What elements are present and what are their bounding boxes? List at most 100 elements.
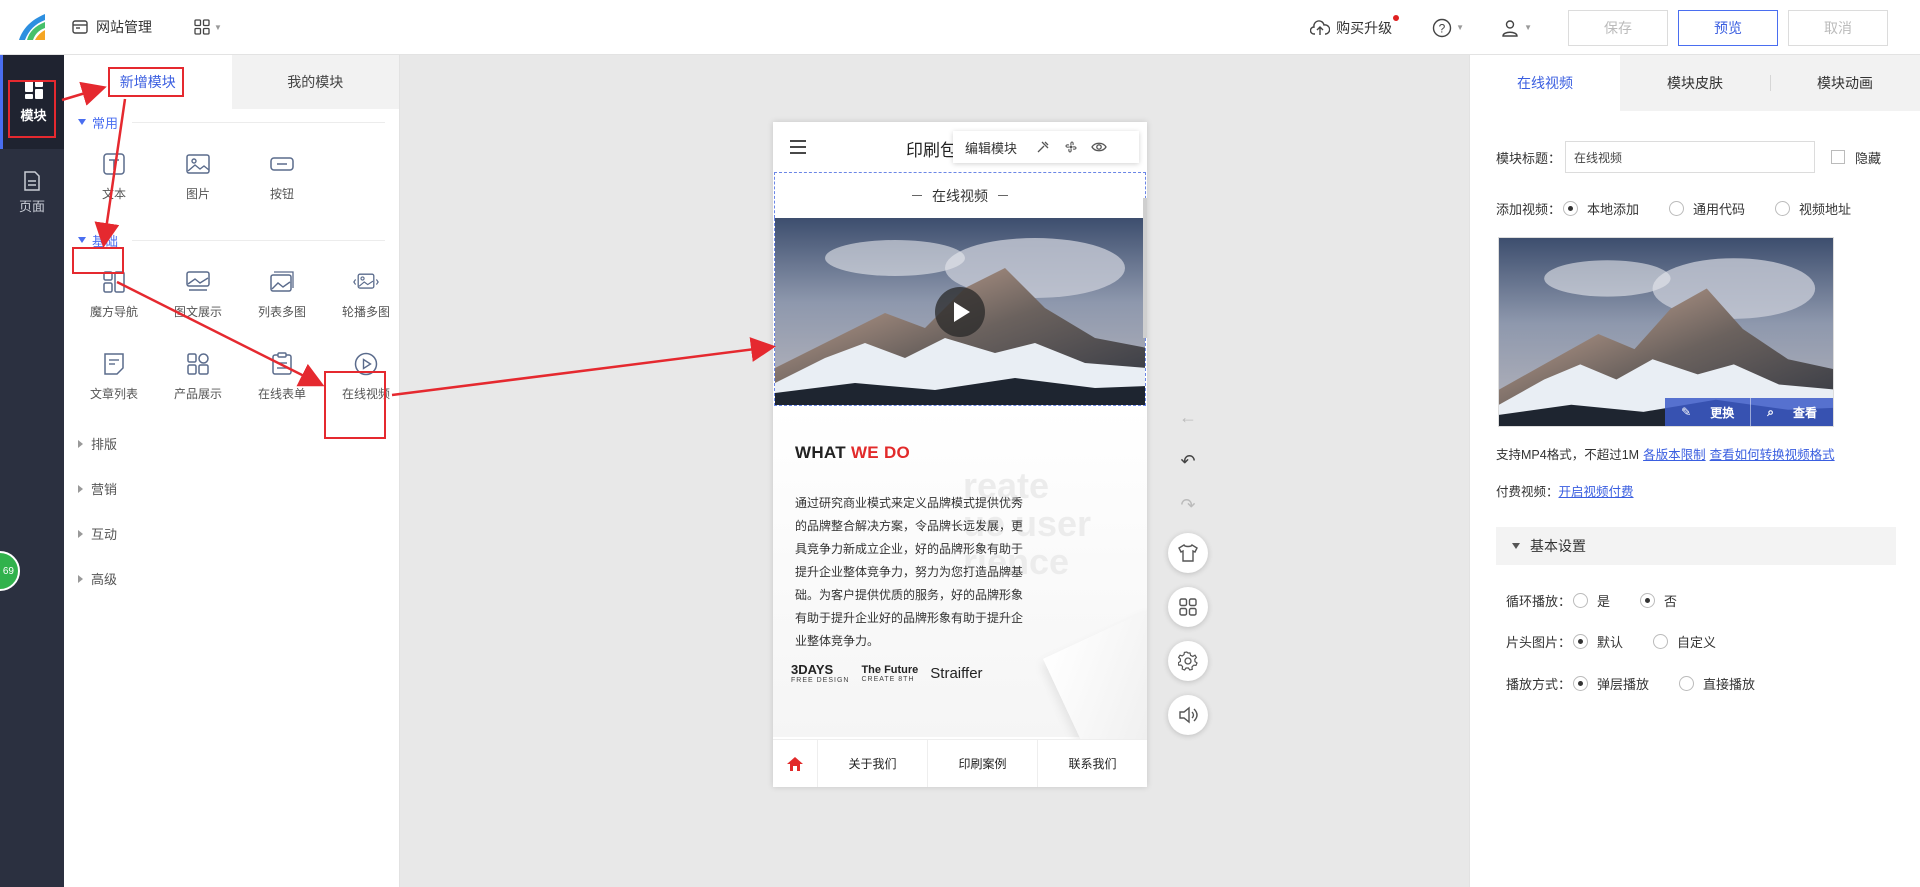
- module-list-images-label: 列表多图: [257, 304, 306, 319]
- radio-cover-default[interactable]: [1573, 634, 1589, 649]
- redo-icon[interactable]: ↷: [1168, 483, 1208, 527]
- radio-loop-no[interactable]: [1640, 593, 1656, 608]
- sound-button[interactable]: [1168, 695, 1208, 735]
- video-preview-thumbnail: ✎ 更换 ⌕ 查看: [1498, 237, 1834, 427]
- nav-about-us[interactable]: 关于我们: [817, 740, 927, 787]
- back-arrow-icon[interactable]: ←: [1168, 395, 1208, 439]
- settings-panel: 在线视频 模块皮肤 模块动画 模块标题： 在线视频 隐藏 添加视频： 本地添加 …: [1469, 55, 1920, 887]
- section-basic-header[interactable]: 基础: [64, 227, 399, 253]
- module-text[interactable]: 文本: [72, 135, 156, 217]
- module-carousel[interactable]: 轮播多图: [324, 253, 408, 335]
- save-button[interactable]: 保存: [1568, 9, 1668, 46]
- radio-video-url[interactable]: [1775, 201, 1791, 216]
- module-product-display[interactable]: 产品展示: [156, 335, 240, 417]
- radio-embed-code[interactable]: [1669, 201, 1685, 216]
- video-module-title[interactable]: 在线视频: [774, 172, 1146, 218]
- radio-embed-code-label: 通用代码: [1693, 202, 1746, 217]
- module-article-list[interactable]: 文章列表: [72, 335, 156, 417]
- phone-scrollbar[interactable]: [1143, 198, 1147, 338]
- rail-item-page[interactable]: 页面: [0, 149, 64, 237]
- radio-mode-direct[interactable]: [1679, 676, 1695, 691]
- module-button-label: 按钮: [269, 186, 294, 201]
- module-carousel-label: 轮播多图: [341, 304, 390, 319]
- page-icon: [24, 171, 40, 191]
- module-title-input[interactable]: 在线视频: [1565, 141, 1816, 173]
- modules-button[interactable]: [1168, 587, 1208, 627]
- radio-cover-default-label: 默认: [1597, 635, 1624, 650]
- radio-cover-custom[interactable]: [1653, 634, 1669, 649]
- module-button[interactable]: 按钮: [240, 135, 324, 217]
- tab-module-skin[interactable]: 模块皮肤: [1620, 55, 1770, 111]
- module-online-form[interactable]: 在线表单: [240, 335, 324, 417]
- convert-format-link[interactable]: 查看如何转换视频格式: [1710, 444, 1835, 463]
- preview-button[interactable]: 预览: [1678, 9, 1778, 46]
- cloud-upload-icon: [1310, 19, 1331, 35]
- tab-new-module[interactable]: 新增模块: [64, 55, 232, 109]
- help-icon: ?: [1432, 18, 1452, 37]
- module-image-text[interactable]: 图文展示: [156, 253, 240, 335]
- brand-logos: 3DAYS FREE DESIGN The Future CREATE 8TH St…: [791, 662, 983, 684]
- view-button[interactable]: ⌕ 查看: [1750, 398, 1833, 426]
- home-icon: [787, 756, 803, 771]
- what-we-do-heading: WHAT WE DO: [795, 443, 910, 463]
- section-layout[interactable]: 排版: [64, 421, 399, 466]
- radio-local-add[interactable]: [1563, 201, 1579, 216]
- app-logo[interactable]: [0, 0, 64, 55]
- version-limit-link[interactable]: 各版本限制: [1643, 444, 1706, 463]
- tab-my-module[interactable]: 我的模块: [231, 55, 399, 109]
- canvas-tools: ← ↶ ↷: [1168, 395, 1208, 749]
- grid-icon: [1179, 598, 1197, 616]
- cancel-button[interactable]: 取消: [1788, 9, 1888, 46]
- module-online-video[interactable]: 在线视频: [324, 335, 408, 417]
- nav-contact-us[interactable]: 联系我们: [1037, 740, 1147, 787]
- section-interaction[interactable]: 互动: [64, 511, 399, 556]
- grid-icon: [194, 19, 210, 35]
- rail-item-module[interactable]: 模块: [0, 55, 64, 149]
- apps-menu[interactable]: ▼: [194, 19, 222, 35]
- enable-paid-video-link[interactable]: 开启视频付费: [1559, 481, 1634, 500]
- brand-future-name: The Future: [861, 663, 919, 676]
- user-menu[interactable]: ▼: [1500, 18, 1532, 38]
- section-common-header[interactable]: 常用: [64, 109, 399, 135]
- common-module-grid: 文本 图片 按钮: [64, 135, 399, 217]
- skin-button[interactable]: [1168, 533, 1208, 573]
- help-menu[interactable]: ? ▼: [1432, 18, 1464, 38]
- product-display-icon: [187, 352, 209, 375]
- eye-icon[interactable]: [1085, 141, 1113, 153]
- edit-module-toolbar: 编辑模块: [953, 131, 1139, 163]
- module-image[interactable]: 图片: [156, 135, 240, 217]
- fan-icon[interactable]: [1057, 140, 1085, 154]
- play-mode-label: 播放方式：: [1506, 677, 1572, 692]
- play-button[interactable]: [935, 287, 985, 337]
- radio-mode-popup[interactable]: [1573, 676, 1589, 691]
- nav-print-cases[interactable]: 印刷案例: [927, 740, 1037, 787]
- tab-online-video[interactable]: 在线视频: [1470, 55, 1620, 111]
- settings-button[interactable]: [1168, 641, 1208, 681]
- section-advanced[interactable]: 高级: [64, 556, 399, 601]
- hamburger-icon[interactable]: [789, 139, 807, 155]
- radio-local-add-label: 本地添加: [1587, 202, 1640, 217]
- section-marketing-label: 营销: [91, 482, 118, 497]
- tab-module-animation[interactable]: 模块动画: [1770, 55, 1920, 111]
- brand-3days-sub: FREE DESIGN: [791, 677, 850, 684]
- module-magic-nav[interactable]: 魔方导航: [72, 253, 156, 335]
- video-thumbnail[interactable]: [774, 218, 1146, 406]
- home-nav[interactable]: [773, 740, 817, 787]
- buy-upgrade-button[interactable]: 购买升级: [1310, 14, 1400, 38]
- replace-button[interactable]: ✎ 更换: [1665, 398, 1750, 426]
- hide-checkbox[interactable]: [1831, 150, 1846, 164]
- site-management-menu[interactable]: 网站管理: [72, 17, 152, 37]
- what-we-do-section: reate ue user rience WHAT WE DO 通过研究商业模式…: [773, 407, 1147, 786]
- module-list-images[interactable]: 列表多图: [240, 253, 324, 335]
- module-image-text-label: 图文展示: [173, 304, 222, 319]
- module-icon: [24, 81, 43, 99]
- edit-module-button[interactable]: 编辑模块: [953, 138, 1029, 157]
- radio-loop-yes[interactable]: [1573, 593, 1589, 608]
- basic-settings-header[interactable]: 基本设置: [1496, 527, 1896, 565]
- rail-page-label: 页面: [18, 199, 45, 214]
- tools-icon[interactable]: [1029, 140, 1057, 154]
- image-icon: [186, 153, 210, 174]
- undo-icon[interactable]: ↶: [1168, 439, 1208, 483]
- speaker-icon: [1179, 706, 1198, 724]
- section-marketing[interactable]: 营销: [64, 466, 399, 511]
